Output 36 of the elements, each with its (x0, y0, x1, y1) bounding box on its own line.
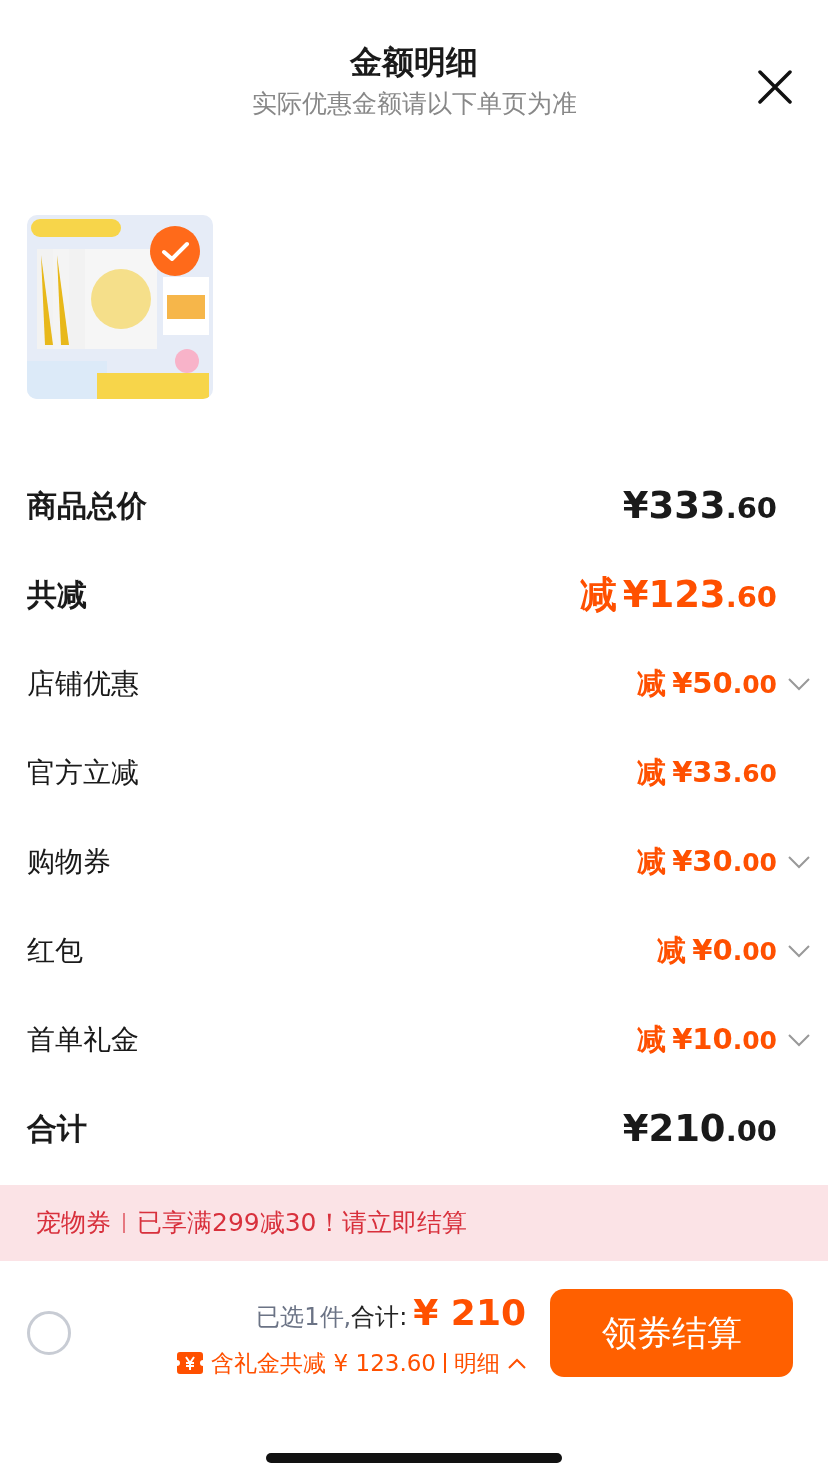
total-price: ¥ 210 (413, 1291, 526, 1335)
discount-amount: 减 ¥10.00 (637, 1020, 777, 1058)
discount-amount: 减 ¥33.60 (637, 753, 777, 791)
row-label: 官方立减 (27, 754, 139, 791)
chevron-down-icon[interactable] (787, 676, 811, 691)
total-amount: 减 ¥123.60 (579, 571, 777, 618)
row-label: 首单礼金 (27, 1021, 139, 1058)
total-amount: ¥210.00 (622, 1105, 777, 1152)
sheet-subtitle: 实际优惠金额请以下单页为准 (251, 88, 577, 120)
savings-text: 含礼金共减 ¥ 123.60 (211, 1349, 436, 1378)
select-all-checkbox[interactable] (27, 1311, 71, 1356)
row-label: 购物券 (27, 843, 111, 880)
ticket-icon (177, 1352, 204, 1375)
home-indicator[interactable] (266, 1452, 562, 1463)
discount-amount: 减 ¥0.00 (657, 931, 777, 969)
row-label: 红包 (27, 932, 83, 969)
chevron-up-icon[interactable] (508, 1357, 526, 1369)
coupon-tag: 宠物券 (36, 1204, 111, 1242)
close-icon[interactable] (758, 70, 792, 104)
total-label: 合计: (351, 1302, 408, 1333)
discount-amount: 减 ¥50.00 (637, 664, 777, 702)
selected-count: 已选1件, (256, 1302, 352, 1333)
checkout-button[interactable]: 领券结算 (550, 1289, 793, 1378)
checkmark-icon[interactable] (150, 226, 200, 276)
row-label: 店铺优惠 (27, 665, 139, 702)
row-label: 商品总价 (27, 487, 147, 525)
chevron-down-icon[interactable] (787, 943, 811, 958)
chevron-down-icon[interactable] (787, 1032, 811, 1047)
row-label: 合计 (27, 1110, 87, 1148)
discount-amount: 减 ¥30.00 (637, 842, 777, 880)
total-amount: ¥333.60 (622, 482, 777, 529)
chevron-down-icon[interactable] (787, 854, 811, 869)
banner-message: 已享满299减30！请立即结算 (137, 1207, 467, 1240)
row-label: 共减 (27, 576, 87, 614)
sheet-title: 金额明细 (350, 42, 478, 83)
detail-link[interactable]: 明细 (454, 1346, 500, 1381)
